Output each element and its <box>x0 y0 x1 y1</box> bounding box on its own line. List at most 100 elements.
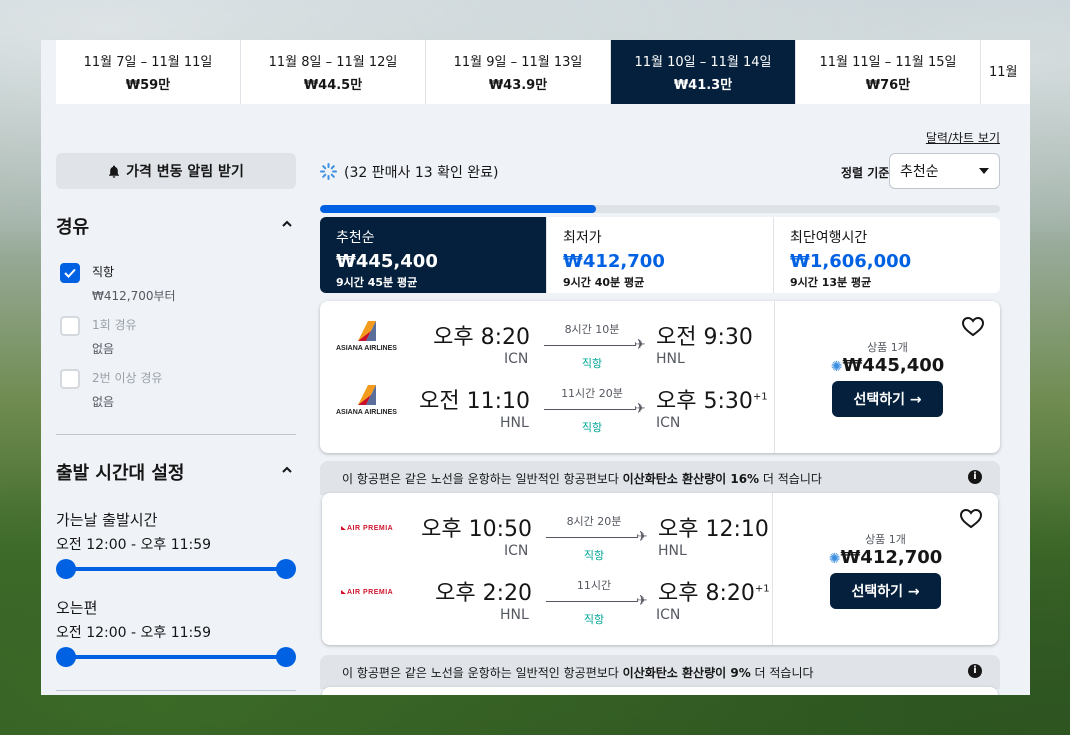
svg-text:ASIANA AIRLINES: ASIANA AIRLINES <box>336 345 397 352</box>
arrival-time: 오후 12:10 <box>658 511 769 543</box>
chevron-up-icon[interactable] <box>281 218 293 230</box>
flight-card[interactable]: AIR PREMIA 오후 10:50 ICN 8시간 20분 ✈ 직항 오후 … <box>322 493 998 645</box>
sort-tab-fastest[interactable]: 최단여행시간 ₩1,606,000 9시간 13분 평균 <box>774 217 1000 293</box>
arrival-time-text: 오후 8:20 <box>658 581 755 606</box>
check-icon <box>64 268 76 278</box>
flight-route-line <box>546 601 638 602</box>
date-tab-price: ₩43.9만 <box>488 78 548 93</box>
slider-handle-start[interactable] <box>56 559 76 579</box>
airplane-icon: ✈ <box>636 593 648 609</box>
slider-handle-end[interactable] <box>276 647 296 667</box>
date-tab-dates: 11월 10일 – 11월 14일 <box>634 55 772 70</box>
flight-card[interactable] <box>322 687 998 695</box>
air-premia-logo: AIR PREMIA <box>341 525 393 532</box>
arrival-time-text: 오후 5:30 <box>656 389 753 414</box>
date-tab-price: ₩59만 <box>125 78 171 93</box>
select-flight-button[interactable]: 선택하기 → <box>830 573 941 609</box>
info-icon[interactable]: i <box>968 664 982 678</box>
sort-tabs: 추천순 ₩445,400 9시간 45분 평균 최저가 ₩412,700 9시간… <box>320 217 1000 293</box>
arrival-time-text: 오후 12:10 <box>658 517 769 542</box>
co2-text-end: 더 적습니다 <box>759 472 822 486</box>
flight-leg-return: AIR PREMIA 오후 2:20 HNL 11시간 ✈ 직항 오후 8:20… <box>322 575 775 635</box>
svg-text:AIR PREMIA: AIR PREMIA <box>347 589 393 596</box>
departure-airport: ICN <box>504 543 529 559</box>
date-tab[interactable]: 11월 7일 – 11월 11일 ₩59만 <box>56 40 241 104</box>
sort-tab-best[interactable]: 추천순 ₩445,400 9시간 45분 평균 <box>320 217 547 293</box>
results-panel: 11월 7일 – 11월 11일 ₩59만 11월 8일 – 11월 12일 ₩44… <box>41 40 1030 695</box>
arrival-time: 오전 9:30 <box>656 319 753 351</box>
price-column: 상품 1개 ✺₩412,700 선택하기 → <box>772 493 998 645</box>
date-tab-price: ₩44.5만 <box>303 78 363 93</box>
airplane-icon: ✈ <box>636 529 648 545</box>
divider <box>56 434 296 435</box>
arrival-time-text: 오전 9:30 <box>656 325 753 350</box>
airplane-icon: ✈ <box>634 337 646 353</box>
slider-handle-end[interactable] <box>276 559 296 579</box>
sort-tab-cheapest[interactable]: 최저가 ₩412,700 9시간 40분 평균 <box>547 217 774 293</box>
sort-tab-name: 최단여행시간 <box>790 230 868 246</box>
departure-airport: HNL <box>500 607 529 623</box>
stop-option-two-plus: 2번 이상 경유 없음 <box>60 369 162 410</box>
arrival-time: 오후 8:20+1 <box>658 575 770 607</box>
heart-icon[interactable] <box>962 317 984 337</box>
outbound-time-slider[interactable] <box>56 559 296 579</box>
date-tab[interactable]: 11월 8일 – 11월 12일 ₩44.5만 <box>241 40 426 104</box>
departure-airport: ICN <box>504 351 529 367</box>
asiana-airlines-logo: ASIANA AIRLINES <box>336 321 397 352</box>
co2-text: 이 항공편은 같은 노선을 운항하는 일반적인 항공편보다 <box>342 472 623 486</box>
price-alert-button[interactable]: 가격 변동 알림 받기 <box>56 153 296 189</box>
departure-time: 오전 11:10 <box>419 389 530 414</box>
flight-price-text: ₩445,400 <box>842 355 945 376</box>
slider-handle-start[interactable] <box>56 647 76 667</box>
heart-icon[interactable] <box>960 509 982 529</box>
date-tab[interactable]: 11월 9일 – 11월 13일 ₩43.9만 <box>426 40 611 104</box>
airplane-icon: ✈ <box>634 401 646 417</box>
sort-tab-name: 추천순 <box>336 230 375 246</box>
stop-option-label: 직항 <box>92 265 115 279</box>
next-day-indicator: +1 <box>752 391 768 403</box>
chevron-up-icon[interactable] <box>281 464 293 476</box>
date-tab-dates: 11월 7일 – 11월 11일 <box>83 55 213 70</box>
outbound-time-range: 오전 12:00 - 오후 11:59 <box>56 537 212 553</box>
divider <box>56 690 296 691</box>
svg-text:AIR PREMIA: AIR PREMIA <box>347 525 393 532</box>
flight-route-line <box>544 409 636 410</box>
sort-tab-avg: 9시간 40분 평균 <box>563 276 645 289</box>
stop-option-sub: ₩412,700부터 <box>92 289 176 303</box>
deal-count: 상품 1개 <box>867 341 908 354</box>
loading-spinner-icon: ✺ <box>830 359 843 375</box>
date-tab-price: ₩76만 <box>865 78 911 93</box>
info-icon[interactable]: i <box>968 470 982 484</box>
checkbox-checked[interactable] <box>60 263 80 283</box>
stops-title: 경유 <box>56 217 90 238</box>
stop-option-one-stop: 1회 경유 없음 <box>60 316 137 357</box>
co2-highlight: 이산화탄소 환산량이 9% <box>622 666 751 680</box>
search-progress-bar <box>320 205 1000 213</box>
asiana-airlines-logo: ASIANA AIRLINES <box>336 385 397 416</box>
flight-stops: 직항 <box>583 549 605 562</box>
co2-text: 이 항공편은 같은 노선을 운항하는 일반적인 항공편보다 <box>342 666 623 680</box>
arrival-airport: HNL <box>656 351 685 367</box>
stop-option-label: 1회 경유 <box>92 318 137 332</box>
return-time-slider[interactable] <box>56 647 296 667</box>
date-tab-price: ₩41.3만 <box>673 78 733 93</box>
price-column: 상품 1개 ✺₩445,400 선택하기 → <box>774 301 1000 453</box>
date-tab-selected[interactable]: 11월 10일 – 11월 14일 ₩41.3만 <box>611 40 796 104</box>
departure-time: 오후 10:50 <box>421 517 532 542</box>
stop-option-direct[interactable]: 직항 ₩412,700부터 <box>60 263 176 304</box>
checkbox <box>60 369 80 389</box>
calendar-chart-link[interactable]: 달력/차트 보기 <box>926 129 1000 146</box>
sort-select[interactable]: 추천순 <box>889 153 1000 189</box>
flight-leg-outbound: AIR PREMIA 오후 10:50 ICN 8시간 20분 ✈ 직항 오후 … <box>322 511 775 571</box>
dropdown-arrow-icon <box>979 168 989 174</box>
date-tab[interactable]: 11월 <box>981 40 1030 104</box>
date-tab[interactable]: 11월 11일 – 11월 15일 ₩76만 <box>796 40 981 104</box>
stop-option-sub: 없음 <box>92 342 115 356</box>
stop-option-sub: 없음 <box>92 395 115 409</box>
select-flight-button[interactable]: 선택하기 → <box>832 381 943 417</box>
co2-emissions-banner: 이 항공편은 같은 노선을 운항하는 일반적인 항공편보다 이산화탄소 환산량이… <box>320 655 1000 689</box>
flight-leg-return: ASIANA AIRLINES 오전 11:10 HNL 11시간 20분 ✈ … <box>320 383 773 443</box>
flight-stops: 직항 <box>583 613 605 626</box>
flight-card[interactable]: ASIANA AIRLINES 오후 8:20 ICN 8시간 10분 ✈ 직항… <box>320 301 1000 453</box>
flight-price-text: ₩412,700 <box>840 547 943 568</box>
